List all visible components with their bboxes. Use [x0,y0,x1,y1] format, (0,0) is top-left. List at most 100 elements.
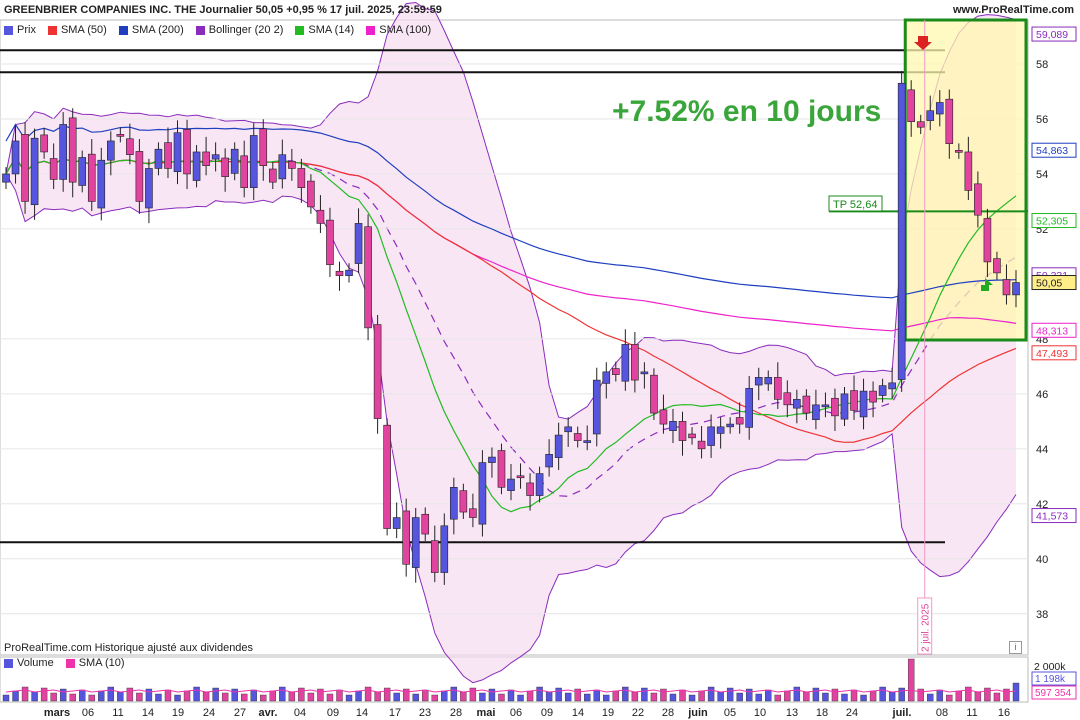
legend-item-prix[interactable]: Prix [0,24,36,36]
candle-body [345,269,353,276]
volume-bar [412,693,419,702]
candle-body [278,154,287,180]
volume-bar [660,688,667,702]
candle-body [583,440,592,443]
volume-bar [822,692,829,702]
x-tick-label: avr. [259,707,278,719]
volume-bar [212,687,219,702]
legend-label: Prix [17,24,36,36]
legend-label: Bollinger (20 2) [208,24,284,36]
volume-bar [393,692,400,702]
volume-bar [441,690,448,702]
volume-sma-swatch [65,658,75,668]
x-tick-label: 24 [846,707,858,719]
sma100-swatch [366,25,376,35]
candle-body [297,168,306,188]
candle-body [678,421,687,441]
candle-body [621,344,630,382]
volume-bar [726,687,734,702]
chart-title: GREENBRIER COMPANIES INC. THE Journalier… [4,4,442,16]
volume-bar [984,687,991,702]
candle-body [440,525,449,573]
volume-bar [555,687,562,702]
volume-bar [850,689,858,702]
legend-item-volume-sma[interactable]: SMA (10) [62,657,125,669]
candle-body [659,409,668,425]
candle-body [821,404,830,408]
candle-body [478,462,487,525]
price-tick-label: 54 [1036,169,1048,181]
x-tick-label: 18 [816,707,828,719]
volume-bar [564,692,572,702]
candle-body [916,121,925,128]
volume-bar [879,686,886,702]
volume-bar [422,689,429,702]
volume-bar [364,686,372,702]
candle-body [145,168,153,209]
volume-bar [965,686,972,702]
candle-body [850,390,858,411]
volume-bar [402,688,410,702]
legend-item-sma50[interactable]: SMA (50) [44,24,107,36]
price-value-label: 41,573 [1036,511,1068,523]
volume-bar [21,686,29,702]
candle-body [688,433,696,439]
volume-bar [774,694,781,702]
legend-item-sma14[interactable]: SMA (14) [291,24,354,36]
candle-body [840,393,849,420]
x-tick-label: 14 [142,707,154,719]
volume-bar [298,687,305,702]
candle-body [812,404,820,420]
candle-body [411,517,420,568]
candle-body [516,475,525,479]
legend-item-bollinger[interactable]: Bollinger (20 2) [192,24,284,36]
candle-body [97,159,106,209]
legend-item-sma200[interactable]: SMA (200) [115,24,184,36]
candle-body [535,473,544,496]
site-label: www.ProRealTime.com [952,4,1074,16]
volume-bar [793,686,801,702]
volume-bar [374,691,381,702]
candle-body [107,140,115,161]
prix-swatch [4,25,13,35]
candle-body [364,226,372,329]
volume-bar [307,692,315,702]
candle-body [230,148,239,174]
x-tick-label: 11 [966,707,977,719]
volume-bar [355,690,362,702]
volume-bar [2,694,10,702]
candle-body [488,456,496,463]
performance-annotation: +7.52% en 10 jours [612,95,881,128]
candle-body [592,379,601,435]
x-tick-label: 10 [754,707,766,719]
price-value-label: 52,305 [1036,216,1068,228]
volume-bar [612,690,620,702]
volume-bar [784,690,791,702]
candle-body [21,134,29,202]
candle-body [945,98,954,145]
price-tick-label: 46 [1036,389,1048,401]
volume-bar [860,694,867,702]
volume-bar [946,694,953,702]
volume-bar [641,687,648,702]
volume-bar [517,694,524,702]
info-icon[interactable]: i [1009,641,1022,654]
x-tick-label: 24 [203,707,215,719]
x-tick-label: juin [687,707,708,719]
x-tick-label: juil. [892,707,912,719]
candle-body [773,377,782,400]
volume-bar [50,692,57,702]
candle-body [564,426,572,433]
legend-label: SMA (10) [78,657,125,669]
candle-body [907,89,915,123]
volume-bar [812,687,820,702]
volume-bar [221,692,229,702]
legend-item-volume[interactable]: Volume [0,657,54,669]
x-tick-label: 14 [356,707,368,719]
x-tick-label: 27 [234,707,246,719]
volume-bar [98,690,105,702]
legend-item-sma100[interactable]: SMA (100) [362,24,431,36]
volume-bar [593,689,600,702]
volume-bar [126,687,134,702]
date-marker-label: 2 juil. 2025 [921,603,932,652]
